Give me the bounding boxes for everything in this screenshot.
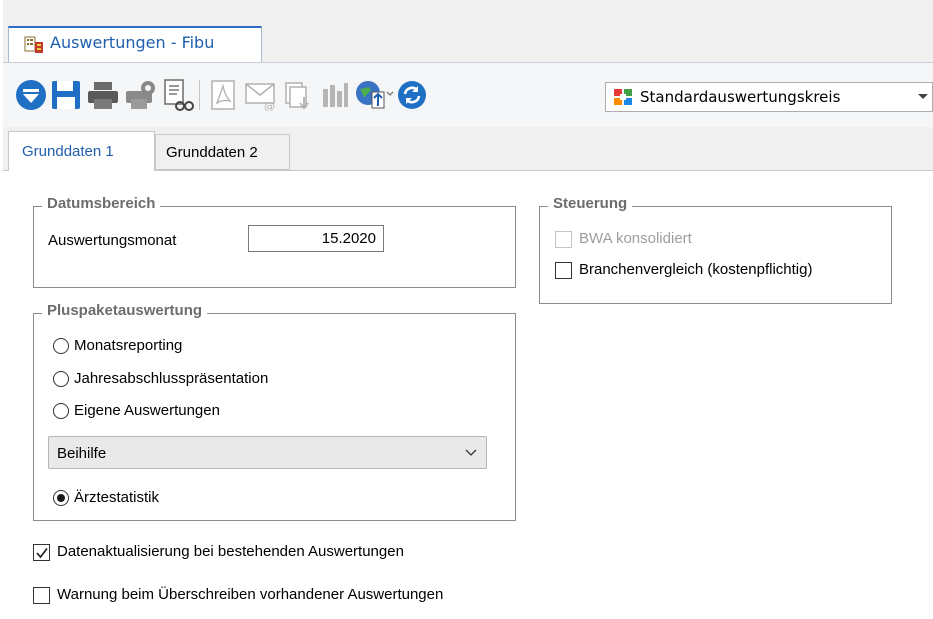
pdf-button[interactable]: [206, 78, 240, 112]
checkmark-icon: [36, 548, 48, 559]
auswertungsmonat-value: 15.2020: [321, 230, 376, 247]
menu-down-icon: [16, 80, 46, 110]
print-preview-button[interactable]: [160, 78, 194, 112]
title-strip: [0, 0, 933, 24]
chart-icon: [323, 83, 348, 107]
jahresabschluss-label: Jahresabschlusspräsentation: [74, 370, 269, 387]
branchenvergleich-checkbox[interactable]: [555, 262, 572, 279]
eigene-auswertungen-dropdown-value: Beihilfe: [57, 445, 107, 462]
branchenvergleich-label: Branchenvergleich (kostenpflichtig): [579, 261, 813, 278]
email-icon: @: [245, 83, 275, 111]
export-icon: [285, 82, 309, 110]
jahresabschluss-radio[interactable]: [53, 371, 69, 387]
toolbar-separator: [199, 80, 200, 110]
monatsreporting-label: Monatsreporting: [74, 337, 183, 354]
tab-grunddaten-2-label: Grunddaten 2: [166, 144, 258, 161]
print-icon: [88, 82, 118, 109]
print-button[interactable]: [86, 78, 120, 112]
bwa-konsolidiert-label: BWA konsolidiert: [579, 230, 692, 247]
eigene-auswertungen-dropdown[interactable]: Beihilfe: [48, 436, 487, 469]
eigene-auswertungen-radio[interactable]: [53, 403, 69, 419]
aerztestatistik-radio[interactable]: [53, 490, 69, 506]
pluspaket-title: Pluspaketauswertung: [42, 302, 208, 319]
bwa-konsolidiert-checkbox[interactable]: [555, 231, 572, 248]
export-button[interactable]: [281, 78, 315, 112]
radio-selected-dot: [57, 494, 65, 502]
eigene-auswertungen-label: Eigene Auswertungen: [74, 402, 220, 419]
svg-text:@: @: [264, 100, 275, 111]
web-upload-icon: [356, 81, 394, 109]
save-icon: [52, 81, 80, 109]
datumsbereich-title: Datumsbereich: [42, 195, 161, 212]
chevron-down-icon: [918, 94, 928, 99]
aerztestatistik-label: Ärztestatistik: [74, 489, 160, 506]
refresh-icon: [398, 81, 426, 109]
print-preview-icon: [164, 79, 194, 111]
window: Auswertungen - Fibu @ Standardauswertung…: [0, 0, 933, 619]
tab-grunddaten-2[interactable]: Grunddaten 2: [155, 134, 290, 170]
auswertungsmonat-label: Auswertungsmonat: [48, 232, 177, 249]
evaluation-circle-value: Standardauswertungskreis: [640, 88, 841, 106]
monatsreporting-radio[interactable]: [53, 338, 69, 354]
ledger-icon: [24, 36, 44, 54]
auswertungsmonat-input[interactable]: 15.2020: [248, 225, 384, 252]
tab-grunddaten-1[interactable]: Grunddaten 1: [8, 131, 155, 172]
refresh-button[interactable]: [395, 78, 429, 112]
datenaktualisierung-label: Datenaktualisierung bei bestehenden Ausw…: [57, 543, 404, 560]
chevron-down-icon: [465, 449, 477, 456]
web-upload-button[interactable]: [354, 78, 394, 112]
email-button[interactable]: @: [244, 78, 278, 112]
steuerung-title: Steuerung: [548, 195, 633, 212]
print-settings-icon: [126, 81, 155, 109]
evaluation-circle-icon: [613, 88, 633, 106]
pdf-icon: [211, 80, 235, 110]
chart-button[interactable]: [318, 78, 352, 112]
datenaktualisierung-checkbox[interactable]: [33, 544, 50, 561]
warnung-checkbox[interactable]: [33, 587, 50, 604]
steuerung-group: [539, 206, 892, 304]
menu-down-button[interactable]: [14, 78, 48, 112]
print-settings-button[interactable]: [124, 78, 158, 112]
tab-grunddaten-1-label: Grunddaten 1: [22, 143, 114, 160]
document-tab-label: Auswertungen - Fibu: [50, 33, 215, 52]
warnung-label: Warnung beim Überschreiben vorhandener A…: [57, 586, 444, 603]
save-button[interactable]: [49, 78, 83, 112]
